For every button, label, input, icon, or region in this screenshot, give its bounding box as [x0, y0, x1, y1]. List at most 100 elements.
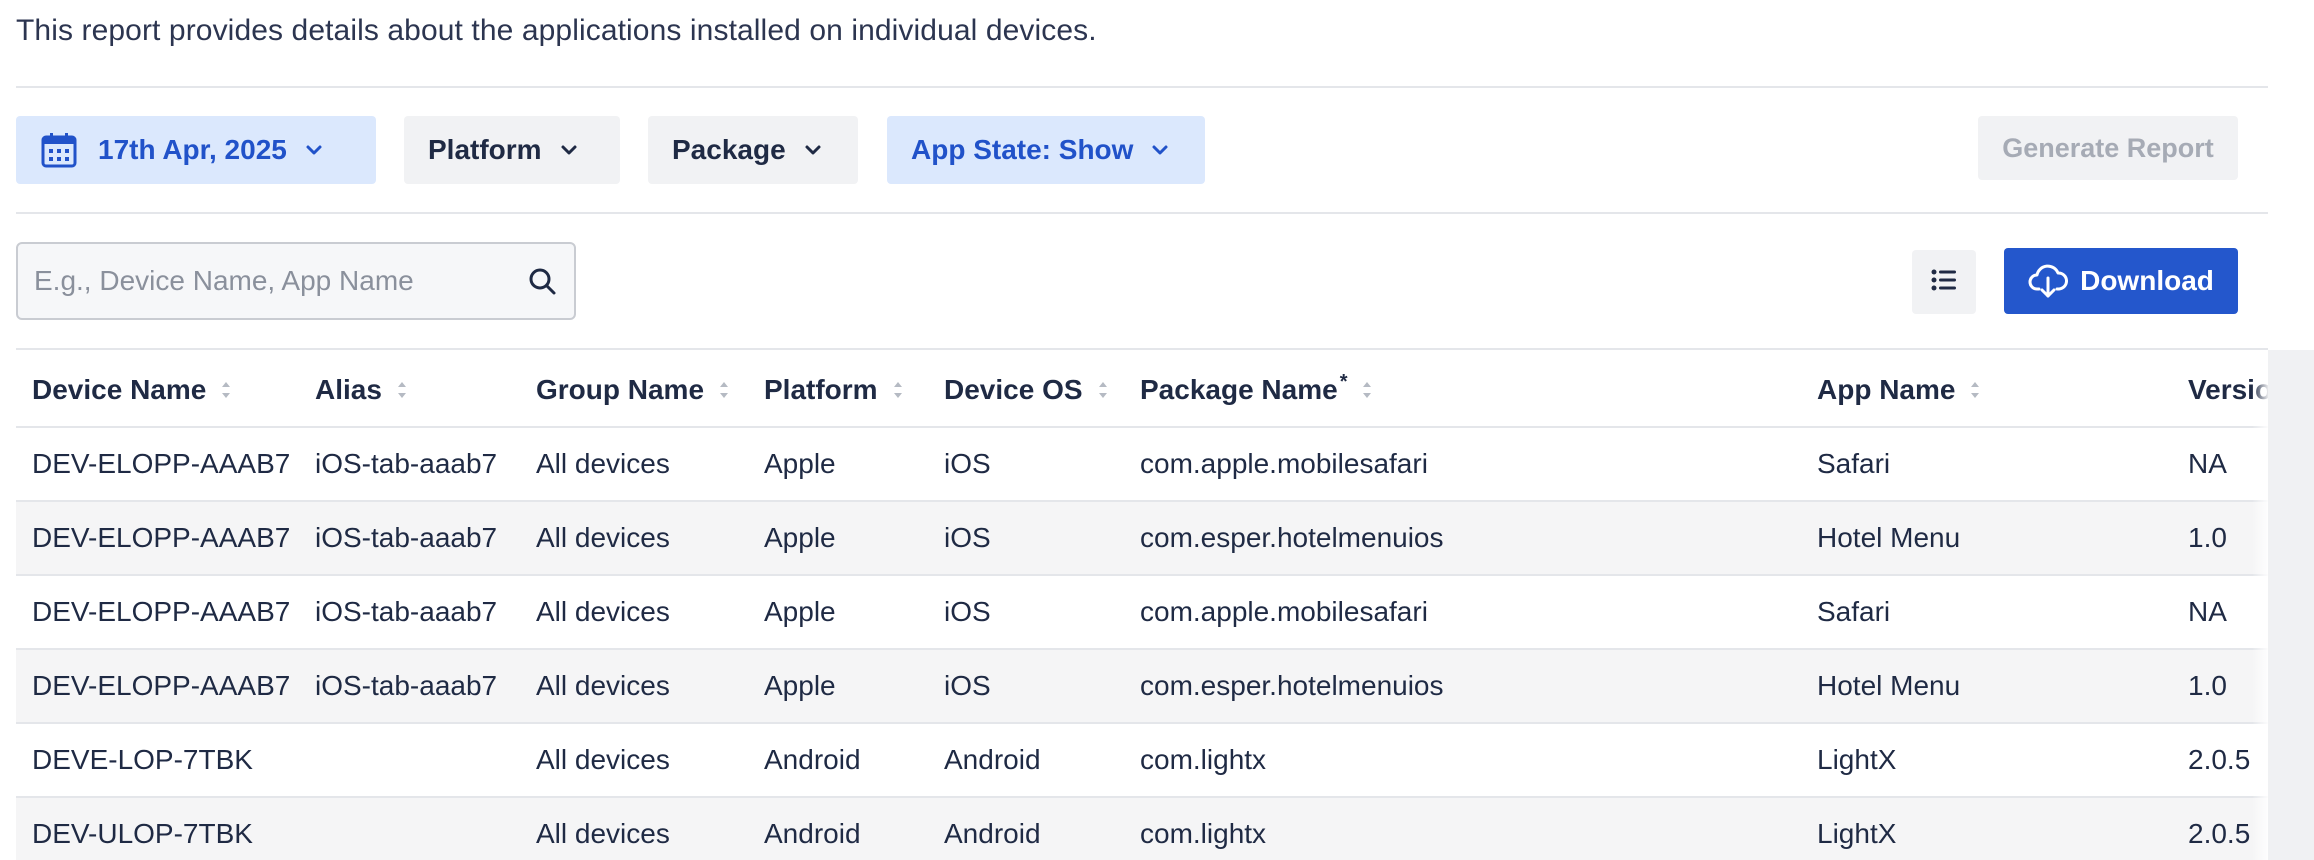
table-row[interactable]: DEVE-LOP-7TBK All devices Android Androi… — [16, 724, 2268, 798]
download-label: Download — [2080, 265, 2214, 296]
chevron-down-icon — [804, 141, 822, 159]
header-label: Device OS — [944, 374, 1083, 405]
package-filter[interactable]: Package — [648, 116, 858, 184]
sort-icon[interactable] — [718, 379, 730, 401]
cell-version: 1.0 — [2188, 670, 2227, 701]
divider — [16, 212, 2268, 214]
cell-device-name: DEVE-LOP-7TBK — [32, 744, 253, 775]
cell-package-name: com.lightx — [1140, 818, 1267, 849]
table-row[interactable]: DEV-ULOP-7TBK All devices Android Androi… — [16, 798, 2268, 860]
sort-icon[interactable] — [1361, 379, 1373, 401]
horizontal-scroll-area[interactable] — [2268, 350, 2314, 860]
cell-group-name: All devices — [536, 744, 670, 775]
cell-app-name: Safari — [1817, 596, 1891, 627]
cell-alias: iOS-tab-aaab7 — [315, 522, 498, 553]
cell-device-name: DEV-ULOP-7TBK — [32, 818, 253, 849]
calendar-icon — [40, 131, 78, 169]
sort-icon[interactable] — [1097, 379, 1109, 401]
cell-group-name: All devices — [536, 596, 670, 627]
cell-device-os: iOS — [944, 596, 991, 627]
cloud-download-icon — [2028, 263, 2069, 299]
cell-package-name: com.apple.mobilesafari — [1140, 596, 1428, 627]
cell-alias: iOS-tab-aaab7 — [315, 596, 498, 627]
table-header: Device Name Alias Group Name Platform De… — [16, 350, 2272, 428]
cell-version: NA — [2188, 596, 2227, 627]
sort-icon[interactable] — [892, 379, 904, 401]
table-row[interactable]: DEV-ELOPP-AAAB7 iOS-tab-aaab7 All device… — [16, 650, 2268, 724]
cell-device-os: iOS — [944, 670, 991, 701]
table-row[interactable]: DEV-ELOPP-AAAB7 iOS-tab-aaab7 All device… — [16, 428, 2268, 502]
package-filter-label: Package — [672, 134, 786, 165]
cell-package-name: com.lightx — [1140, 744, 1267, 775]
sort-icon[interactable] — [396, 379, 408, 401]
cell-platform: Apple — [764, 448, 836, 479]
header-group-name[interactable]: Group Name — [536, 374, 730, 406]
cell-device-os: iOS — [944, 448, 991, 479]
column-settings-button[interactable] — [1912, 250, 1976, 314]
cell-package-name: com.esper.hotelmenuios — [1140, 670, 1444, 701]
cell-app-name: Safari — [1817, 448, 1891, 479]
required-mark: * — [1339, 370, 1348, 393]
header-label: Device Name — [32, 374, 207, 405]
cell-device-os: iOS — [944, 522, 991, 553]
cell-alias: iOS-tab-aaab7 — [315, 670, 498, 701]
app-state-filter-label: App State: Show — [911, 134, 1134, 165]
header-label: Alias — [315, 374, 382, 405]
search-box — [16, 242, 576, 320]
generate-report-button[interactable]: Generate Report — [1978, 116, 2238, 180]
cell-platform: Apple — [764, 596, 836, 627]
cell-app-name: Hotel Menu — [1817, 670, 1961, 701]
search-input[interactable] — [34, 265, 526, 297]
cell-group-name: All devices — [536, 522, 670, 553]
cell-platform: Android — [764, 818, 861, 849]
cell-package-name: com.esper.hotelmenuios — [1140, 522, 1444, 553]
scroll-fade — [2252, 350, 2268, 860]
cell-alias: iOS-tab-aaab7 — [315, 448, 498, 479]
cell-version: 1.0 — [2188, 522, 2227, 553]
sort-icon[interactable] — [220, 379, 232, 401]
platform-filter-label: Platform — [428, 134, 542, 165]
cell-app-name: LightX — [1817, 744, 1897, 775]
date-filter[interactable]: 17th Apr, 2025 — [16, 116, 376, 184]
divider — [16, 86, 2268, 88]
cell-group-name: All devices — [536, 670, 670, 701]
cell-group-name: All devices — [536, 818, 670, 849]
cell-app-name: Hotel Menu — [1817, 522, 1961, 553]
cell-app-name: LightX — [1817, 818, 1897, 849]
download-button[interactable]: Download — [2004, 248, 2238, 314]
app-state-filter[interactable]: App State: Show — [887, 116, 1205, 184]
header-device-os[interactable]: Device OS — [944, 374, 1109, 406]
table-row[interactable]: DEV-ELOPP-AAAB7 iOS-tab-aaab7 All device… — [16, 502, 2268, 576]
cell-device-name: DEV-ELOPP-AAAB7 — [32, 596, 291, 627]
header-label: Platform — [764, 374, 878, 405]
search-icon[interactable] — [526, 265, 558, 297]
chevron-down-icon — [1151, 141, 1169, 159]
report-description: This report provides details about the a… — [16, 14, 1097, 47]
header-label: Package Name — [1140, 374, 1338, 405]
header-label: App Name — [1817, 374, 1956, 405]
chevron-down-icon — [560, 141, 578, 159]
cell-group-name: All devices — [536, 448, 670, 479]
cell-version: 2.0.5 — [2188, 744, 2251, 775]
sort-icon[interactable] — [1969, 379, 1981, 401]
app-report-page: This report provides details about the a… — [0, 0, 2314, 860]
cell-device-os: Android — [944, 744, 1041, 775]
cell-platform: Android — [764, 744, 861, 775]
header-package-name[interactable]: Package Name * — [1140, 370, 1373, 406]
header-alias[interactable]: Alias — [315, 374, 408, 406]
cell-device-name: DEV-ELOPP-AAAB7 — [32, 670, 291, 701]
header-platform[interactable]: Platform — [764, 374, 904, 406]
cell-device-name: DEV-ELOPP-AAAB7 — [32, 522, 291, 553]
header-label: Group Name — [536, 374, 705, 405]
date-filter-label: 17th Apr, 2025 — [98, 134, 287, 165]
header-app-name[interactable]: App Name — [1817, 374, 1981, 406]
cell-platform: Apple — [764, 670, 836, 701]
chevron-down-icon — [305, 141, 323, 159]
header-device-name[interactable]: Device Name — [32, 374, 232, 406]
platform-filter[interactable]: Platform — [404, 116, 620, 184]
list-icon — [1931, 269, 1957, 296]
table-row[interactable]: DEV-ELOPP-AAAB7 iOS-tab-aaab7 All device… — [16, 576, 2268, 650]
cell-version: 2.0.5 — [2188, 818, 2251, 849]
cell-platform: Apple — [764, 522, 836, 553]
cell-package-name: com.apple.mobilesafari — [1140, 448, 1428, 479]
